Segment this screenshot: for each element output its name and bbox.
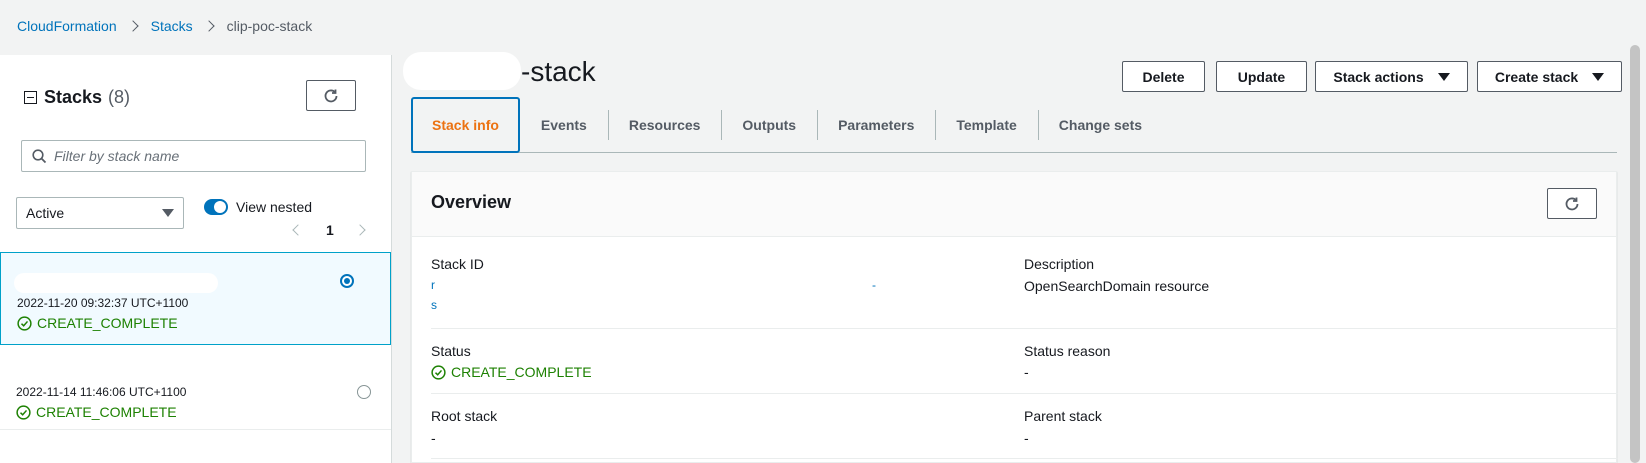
overview-status-text: CREATE_COMPLETE — [451, 364, 592, 380]
row-divider — [431, 328, 1618, 329]
redacted-stack-title — [403, 52, 521, 90]
stack-list-item[interactable]: 2022-11-14 11:46:06 UTC+1100 CREATE_COMP… — [0, 345, 391, 429]
delete-button[interactable]: Delete — [1122, 61, 1205, 92]
caret-down-icon — [1437, 72, 1450, 81]
stack-status-text: CREATE_COMPLETE — [36, 404, 177, 420]
parent-stack-value: - — [1024, 430, 1029, 446]
description-label: Description — [1024, 256, 1095, 272]
caret-down-icon — [162, 209, 174, 217]
refresh-icon — [324, 89, 338, 102]
breadcrumb: CloudFormation Stacks clip-poc-stack — [17, 18, 312, 34]
stack-actions-button[interactable]: Stack actions — [1315, 61, 1468, 92]
current-page-number[interactable]: 1 — [326, 222, 334, 238]
description-value: OpenSearchDomain resource — [1024, 278, 1210, 294]
tab-template[interactable]: Template — [935, 97, 1037, 153]
stack-search-input[interactable] — [54, 148, 365, 164]
overview-title: Overview — [431, 192, 512, 212]
redacted-stack-name — [14, 273, 218, 293]
stack-status: CREATE_COMPLETE — [17, 315, 178, 331]
collapse-icon[interactable] — [24, 91, 37, 104]
status-label: Status — [431, 343, 471, 359]
caret-down-icon — [1592, 72, 1605, 81]
root-stack-label: Root stack — [431, 408, 498, 424]
status-reason-value: - — [1024, 364, 1029, 380]
check-circle-icon — [431, 364, 446, 380]
status-reason-label: Status reason — [1024, 343, 1111, 359]
check-circle-icon — [16, 404, 31, 420]
stack-id-label: Stack ID — [431, 256, 484, 272]
breadcrumb-current: clip-poc-stack — [226, 18, 313, 34]
stacks-header: Stacks (8) — [24, 87, 130, 108]
chevron-right-icon[interactable] — [354, 224, 366, 236]
check-circle-icon — [17, 315, 32, 331]
overview-status: CREATE_COMPLETE — [431, 364, 592, 380]
stack-search-field — [21, 140, 366, 172]
tab-stack-info[interactable]: Stack info — [411, 96, 520, 153]
tab-parameters[interactable]: Parameters — [817, 97, 935, 153]
stack-id-link[interactable]: r — [431, 278, 435, 292]
stack-radio-selected[interactable] — [340, 274, 354, 288]
stack-list-item[interactable]: 2022-11-20 09:32:37 UTC+1100 CREATE_COMP… — [0, 252, 391, 345]
refresh-stacks-button[interactable] — [306, 80, 356, 111]
stack-created-date: 2022-11-14 11:46:06 UTC+1100 — [16, 385, 187, 399]
refresh-icon — [1565, 197, 1579, 210]
overview-header: Overview — [412, 172, 1616, 237]
chevron-right-icon — [126, 20, 139, 32]
list-divider — [0, 429, 391, 430]
overview-panel: Overview Stack ID r - s Description Open… — [411, 171, 1618, 463]
stack-created-date: 2022-11-20 09:32:37 UTC+1100 — [17, 296, 189, 310]
stack-status-select-value: Active — [26, 205, 65, 221]
breadcrumb-stacks-link[interactable]: Stacks — [151, 18, 193, 34]
chevron-right-icon — [202, 20, 215, 32]
tab-change-sets[interactable]: Change sets — [1037, 97, 1163, 153]
stack-id-link[interactable]: s — [431, 298, 437, 312]
create-stack-label: Create stack — [1494, 68, 1579, 85]
stacks-count: (8) — [108, 87, 131, 107]
create-stack-button[interactable]: Create stack — [1477, 61, 1622, 92]
stacks-title: Stacks — [44, 87, 103, 107]
root-stack-value: - — [431, 430, 436, 446]
view-nested-toggle[interactable] — [204, 199, 228, 215]
row-divider — [431, 458, 1618, 459]
stack-actions-label: Stack actions — [1333, 68, 1424, 85]
stack-radio[interactable] — [357, 385, 371, 399]
stacks-sidebar: Stacks (8) Active View nested 1 2022-11-… — [0, 55, 392, 463]
tab-outputs[interactable]: Outputs — [721, 97, 817, 153]
page-scrollbar[interactable] — [1630, 45, 1640, 463]
stacks-pagination: 1 — [292, 222, 366, 238]
page-title: -stack — [521, 56, 596, 87]
update-button[interactable]: Update — [1216, 61, 1307, 92]
tab-resources[interactable]: Resources — [607, 97, 722, 153]
tab-events[interactable]: Events — [520, 97, 608, 153]
stack-id-link[interactable]: - — [872, 278, 876, 292]
stack-tabs: Stack info Events Resources Outputs Para… — [411, 96, 1617, 153]
view-nested-label: View nested — [236, 199, 313, 215]
chevron-left-icon[interactable] — [292, 224, 304, 236]
refresh-overview-button[interactable] — [1547, 188, 1597, 219]
row-divider — [431, 393, 1618, 394]
stack-status: CREATE_COMPLETE — [16, 404, 177, 420]
stack-status-select[interactable]: Active — [16, 197, 184, 229]
stack-status-text: CREATE_COMPLETE — [37, 315, 178, 331]
search-icon — [32, 149, 47, 164]
parent-stack-label: Parent stack — [1024, 408, 1102, 424]
breadcrumb-cloudformation-link[interactable]: CloudFormation — [17, 18, 117, 34]
